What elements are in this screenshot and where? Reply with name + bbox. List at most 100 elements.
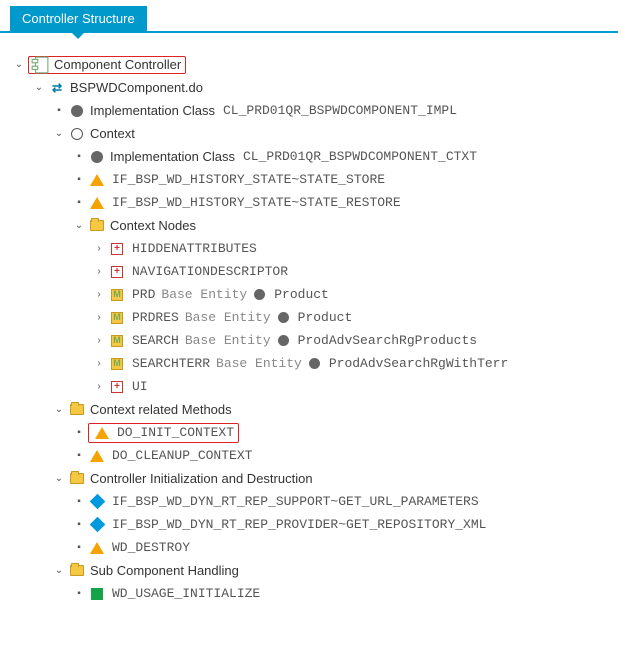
node-method[interactable]: WD_USAGE_INITIALIZE	[12, 582, 618, 605]
triangle-icon	[88, 448, 106, 464]
context-node-item[interactable]: › M PRD Base Entity Product	[12, 283, 618, 306]
twisty-icon[interactable]: ⌄	[52, 565, 66, 576]
tree: ⌄ Component Controller ⌄ ⇄ BSPWDComponen…	[0, 33, 618, 615]
node-label: Implementation Class	[88, 103, 217, 118]
twisty-icon[interactable]: ⌄	[52, 473, 66, 484]
entity-name: Product	[270, 287, 329, 302]
bullet-icon	[72, 197, 86, 208]
plus-icon: +	[108, 241, 126, 257]
item-name: PRDRES	[128, 310, 179, 325]
class-name: CL_PRD01QR_BSPWDCOMPONENT_IMPL	[219, 103, 457, 118]
class-name: CL_PRD01QR_BSPWDCOMPONENT_CTXT	[239, 149, 477, 164]
node-method-do-init[interactable]: DO_INIT_CONTEXT	[12, 421, 618, 444]
node-sub-comp[interactable]: ⌄ Sub Component Handling	[12, 559, 618, 582]
node-label: Context	[88, 126, 137, 141]
node-method[interactable]: WD_DESTROY	[12, 536, 618, 559]
folder-icon	[88, 218, 106, 234]
node-context[interactable]: ⌄ Context	[12, 122, 618, 145]
context-node-item[interactable]: › + HIDDENATTRIBUTES	[12, 237, 618, 260]
bullet-icon	[72, 496, 86, 507]
class-icon	[309, 358, 320, 369]
node-label: Component Controller	[52, 57, 183, 72]
node-context-nodes[interactable]: ⌄ Context Nodes	[12, 214, 618, 237]
context-node-item[interactable]: › M SEARCHTERR Base Entity ProdAdvSearch…	[12, 352, 618, 375]
node-label: Sub Component Handling	[88, 563, 241, 578]
node-label: Context Nodes	[108, 218, 198, 233]
node-method[interactable]: IF_BSP_WD_DYN_RT_REP_PROVIDER~GET_REPOSI…	[12, 513, 618, 536]
node-context-impl[interactable]: Implementation Class CL_PRD01QR_BSPWDCOM…	[12, 145, 618, 168]
bullet-icon	[72, 151, 86, 162]
node-method[interactable]: IF_BSP_WD_HISTORY_STATE~STATE_STORE	[12, 168, 618, 191]
triangle-icon	[88, 540, 106, 556]
bullet-icon	[72, 427, 86, 438]
folder-icon	[68, 563, 86, 579]
context-icon	[68, 126, 86, 142]
expand-icon[interactable]: ›	[92, 335, 106, 346]
class-icon	[254, 289, 265, 300]
base-entity-label: Base Entity	[157, 287, 247, 302]
do-icon: ⇄	[48, 80, 66, 96]
method-name: WD_USAGE_INITIALIZE	[108, 586, 260, 601]
expand-icon[interactable]: ›	[92, 243, 106, 254]
entity-name: Product	[294, 310, 353, 325]
item-name: PRD	[128, 287, 155, 302]
method-name: IF_BSP_WD_HISTORY_STATE~STATE_RESTORE	[108, 195, 401, 210]
node-init-destroy[interactable]: ⌄ Controller Initialization and Destruct…	[12, 467, 618, 490]
node-impl-class[interactable]: Implementation Class CL_PRD01QR_BSPWDCOM…	[12, 99, 618, 122]
node-label: Implementation Class	[108, 149, 237, 164]
twisty-icon[interactable]: ⌄	[52, 128, 66, 139]
class-icon	[68, 103, 86, 119]
base-entity-label: Base Entity	[181, 333, 271, 348]
item-name: SEARCHTERR	[128, 356, 210, 371]
plus-icon: +	[108, 379, 126, 395]
expand-icon[interactable]: ›	[92, 289, 106, 300]
node-label: Context related Methods	[88, 402, 234, 417]
bullet-icon	[72, 542, 86, 553]
folder-icon	[68, 402, 86, 418]
method-name: WD_DESTROY	[108, 540, 190, 555]
plus-icon: +	[108, 264, 126, 280]
tab-label: Controller Structure	[22, 11, 135, 26]
context-node-item[interactable]: › + UI	[12, 375, 618, 398]
node-component-controller[interactable]: ⌄ Component Controller	[12, 53, 618, 76]
context-node-item[interactable]: › M PRDRES Base Entity Product	[12, 306, 618, 329]
bullet-icon	[72, 450, 86, 461]
triangle-icon	[88, 195, 106, 211]
m-icon: M	[108, 310, 126, 326]
context-node-item[interactable]: › M SEARCH Base Entity ProdAdvSearchRgPr…	[12, 329, 618, 352]
class-icon	[278, 335, 289, 346]
twisty-icon[interactable]: ⌄	[72, 220, 86, 231]
item-name: UI	[128, 379, 148, 394]
tab-bar: Controller Structure	[0, 0, 618, 33]
node-do[interactable]: ⌄ ⇄ BSPWDComponent.do	[12, 76, 618, 99]
class-icon	[88, 149, 106, 165]
expand-icon[interactable]: ›	[92, 266, 106, 277]
m-icon: M	[108, 333, 126, 349]
twisty-icon[interactable]: ⌄	[12, 59, 26, 70]
entity-name: ProdAdvSearchRgWithTerr	[325, 356, 508, 371]
item-name: SEARCH	[128, 333, 179, 348]
context-node-item[interactable]: › + NAVIGATIONDESCRIPTOR	[12, 260, 618, 283]
twisty-icon[interactable]: ⌄	[32, 82, 46, 93]
expand-icon[interactable]: ›	[92, 312, 106, 323]
m-icon: M	[108, 356, 126, 372]
method-name: IF_BSP_WD_HISTORY_STATE~STATE_STORE	[108, 172, 385, 187]
method-name: DO_INIT_CONTEXT	[113, 425, 234, 440]
bullet-icon	[72, 519, 86, 530]
triangle-icon	[88, 172, 106, 188]
bullet-icon	[72, 174, 86, 185]
expand-icon[interactable]: ›	[92, 358, 106, 369]
expand-icon[interactable]: ›	[92, 381, 106, 392]
node-context-methods[interactable]: ⌄ Context related Methods	[12, 398, 618, 421]
method-name: DO_CLEANUP_CONTEXT	[108, 448, 252, 463]
square-icon	[88, 586, 106, 602]
diamond-icon	[88, 517, 106, 533]
triangle-icon	[93, 425, 111, 441]
bullet-icon	[72, 588, 86, 599]
node-method[interactable]: IF_BSP_WD_DYN_RT_REP_SUPPORT~GET_URL_PAR…	[12, 490, 618, 513]
node-method[interactable]: IF_BSP_WD_HISTORY_STATE~STATE_RESTORE	[12, 191, 618, 214]
item-name: HIDDENATTRIBUTES	[128, 241, 257, 256]
twisty-icon[interactable]: ⌄	[52, 404, 66, 415]
node-method[interactable]: DO_CLEANUP_CONTEXT	[12, 444, 618, 467]
tab-controller-structure[interactable]: Controller Structure	[10, 6, 147, 31]
